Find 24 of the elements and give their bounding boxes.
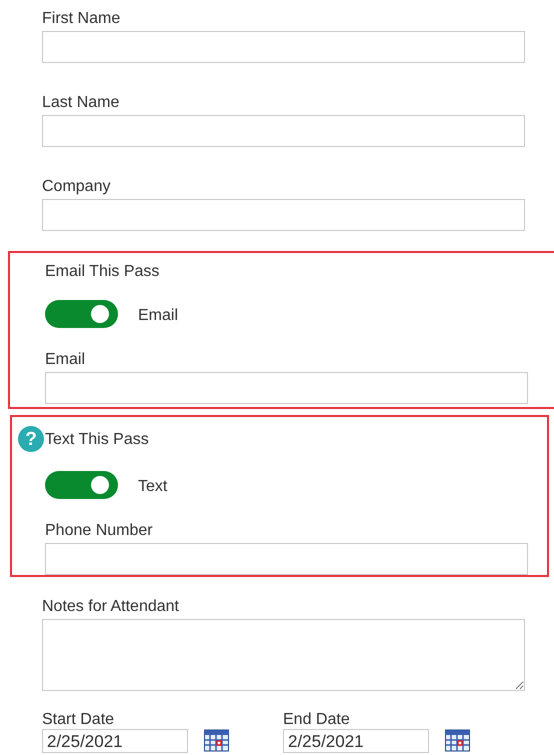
input-field[interactable] (42, 199, 525, 231)
field-label: End Date (283, 711, 351, 729)
input-field[interactable] (45, 372, 528, 404)
field-label: Notes for Attendant (42, 597, 180, 616)
field-label: Phone Number (45, 521, 154, 540)
field-label: First Name (42, 9, 122, 28)
input-field[interactable] (45, 543, 528, 575)
input-field[interactable] (42, 31, 525, 63)
toggle-label: Text (138, 477, 168, 496)
input-field[interactable] (42, 115, 525, 147)
date-field[interactable]: 2/25/2021 (42, 729, 188, 753)
toggle-switch[interactable] (45, 300, 118, 328)
toggle-label: Email (138, 306, 178, 325)
toggle-switch[interactable] (45, 471, 118, 499)
calendar-icon[interactable] (445, 729, 470, 752)
section-title: Email This Pass (45, 262, 160, 281)
notes-field[interactable] (42, 619, 525, 691)
date-field[interactable]: 2/25/2021 (283, 729, 429, 753)
calendar-icon[interactable] (204, 729, 229, 752)
section-title: Text This Pass (45, 430, 149, 448)
field-label: Company (42, 177, 112, 196)
field-label: Email (45, 350, 86, 369)
field-label: Start Date (42, 711, 116, 729)
field-label: Last Name (42, 93, 120, 112)
